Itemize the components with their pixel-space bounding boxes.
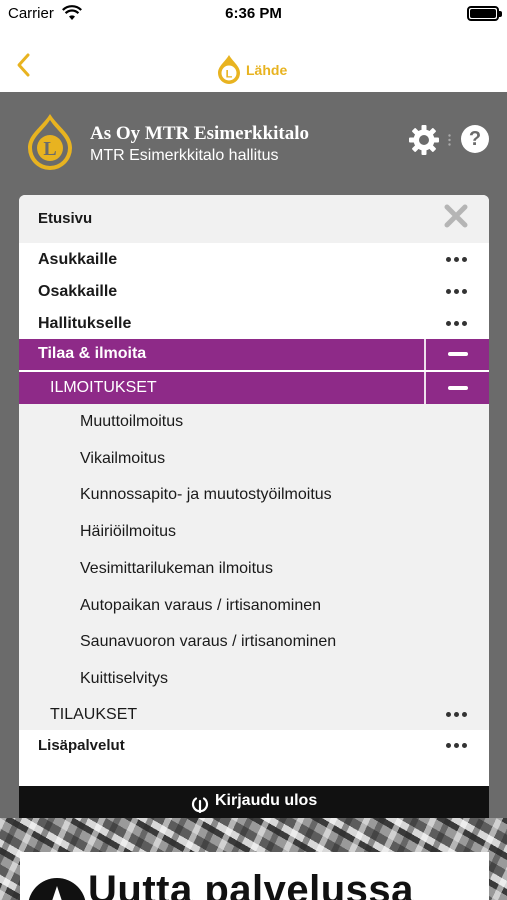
navigation-menu: Etusivu Asukkaille Osakkaille Hallitukse… [19,195,489,818]
promo-card[interactable]: Uutta palvelussa [20,852,489,900]
drop-logo-icon: L [28,114,72,170]
menu-item-asukkaille[interactable]: Asukkaille [19,244,489,276]
svg-text:L: L [226,69,233,81]
clock: 6:36 PM [225,5,282,22]
logout-label: Kirjaudu ulos [215,792,318,809]
gear-icon[interactable] [408,124,440,156]
property-subtitle: MTR Esimerkkitalo hallitus [90,147,279,164]
close-icon[interactable] [443,203,469,229]
list-item[interactable]: Autopaikan varaus / irtisanominen [80,597,321,615]
list-item[interactable]: Muuttoilmoitus [80,413,183,431]
star-icon [28,878,86,900]
property-header: L As Oy MTR Esimerkkitalo MTR Esimerkkit… [0,92,507,192]
more-dots-icon[interactable] [445,257,469,263]
notification-list: Muuttoilmoitus Vikailmoitus Kunnossapito… [19,404,489,726]
list-item[interactable]: Saunavuoron varaus / irtisanominen [80,633,336,651]
menu-item-label: Asukkaille [38,251,118,268]
menu-item-label: Hallitukselle [38,315,132,332]
minus-icon [448,386,468,390]
help-icon[interactable]: ? [461,125,489,153]
submenu-label: TILAUKSET [50,706,138,723]
more-dots-icon[interactable] [445,712,469,718]
menu-item-tilaa-ilmoita[interactable]: Tilaa & ilmoita [19,339,489,370]
submenu-ilmoitukset[interactable]: ILMOITUKSET [19,372,489,404]
submenu-label: ILMOITUKSET [50,379,157,396]
menu-home-row[interactable]: Etusivu [19,195,489,243]
list-item[interactable]: Kuittiselvitys [80,670,168,688]
status-bar: Carrier 6:36 PM [0,0,507,28]
menu-item-lisapalvelut[interactable]: Lisäpalvelut [19,730,489,762]
menu-home-label: Etusivu [38,210,93,227]
collapse-button[interactable] [424,339,489,370]
menu-item-label: Lisäpalvelut [38,737,125,754]
list-item[interactable]: Kunnossapito- ja muutostyöilmoitus [80,486,332,504]
promo-title: Uutta palvelussa [88,868,414,900]
minus-icon [448,352,468,356]
more-dots-icon[interactable] [445,743,469,749]
logout-button[interactable]: Kirjaudu ulos [19,786,489,818]
more-dots-icon[interactable] [445,321,469,327]
menu-item-label: Osakkaille [38,283,118,300]
menu-item-hallitukselle[interactable]: Hallitukselle [19,308,489,340]
promo-banner-image: Uutta palvelussa [0,818,507,900]
menu-item-osakkaille[interactable]: Osakkaille [19,276,489,308]
back-chevron-icon[interactable] [10,50,38,80]
divider-dots-icon [448,134,451,146]
more-dots-icon[interactable] [445,289,469,295]
power-icon [191,797,209,813]
menu-item-label: Tilaa & ilmoita [38,345,147,362]
nav-bar: L Lähde [0,28,507,92]
drop-logo-icon: L [218,55,240,84]
collapse-button[interactable] [424,372,489,404]
list-item[interactable]: Vikailmoitus [80,450,165,468]
logo-text: Lähde [246,62,288,78]
submenu-tilaukset[interactable]: TILAUKSET [19,698,489,730]
list-item[interactable]: Häiriöilmoitus [80,523,176,541]
battery-icon [467,6,502,21]
property-title: As Oy MTR Esimerkkitalo [90,123,310,144]
svg-text:L: L [43,138,56,160]
lahde-logo: L Lähde [214,54,298,84]
list-item[interactable]: Vesimittarilukeman ilmoitus [80,560,273,578]
